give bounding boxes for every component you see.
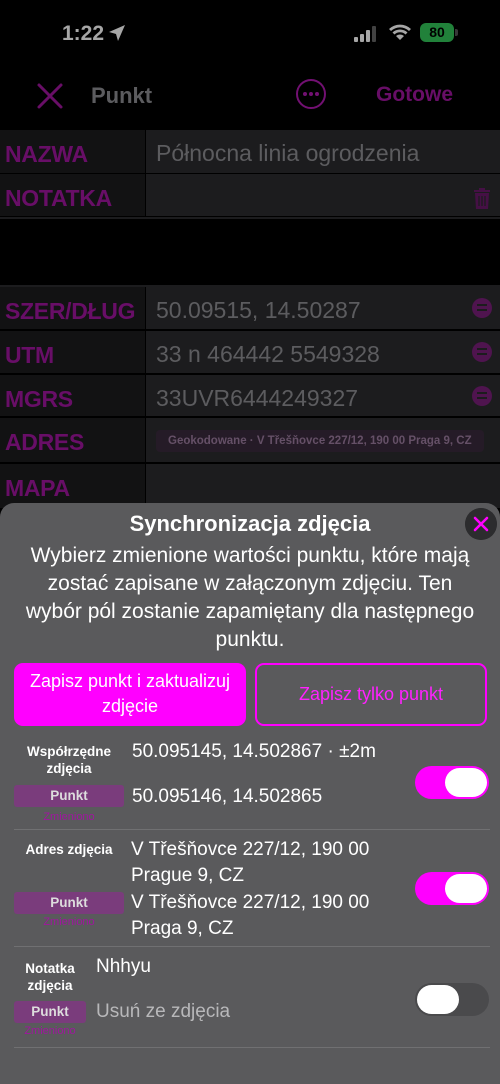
wifi-icon bbox=[389, 24, 411, 40]
point-coordinates-value: 50.095146, 14.502865 bbox=[132, 786, 323, 807]
sync-row-address: Adres zdjęcia Punkt Zmieniono V Třešňovc… bbox=[14, 831, 490, 947]
photo-coordinates-value: 50.095145, 14.502867 · ±2m bbox=[132, 741, 376, 762]
battery-tip bbox=[455, 29, 458, 36]
done-button[interactable]: Gotowe bbox=[376, 83, 453, 107]
nav-title: Punkt bbox=[91, 83, 153, 108]
geocoded-address-chip[interactable]: Geokodowane · V Třešňovce 227/12, 190 00… bbox=[156, 430, 484, 452]
utm-row: UTM 33 n 464442 5549328 bbox=[0, 331, 500, 374]
changed-label: Zmieniono bbox=[43, 811, 95, 823]
name-label: NAZWA bbox=[0, 130, 145, 173]
status-bar: 1:22 80 bbox=[0, 0, 500, 68]
save-and-update-photo-button[interactable]: Zapisz punkt i zaktualizuj zdjęcie bbox=[14, 663, 246, 726]
address-value: Geokodowane · V Třešňovce 227/12, 190 00… bbox=[146, 418, 500, 462]
mgrs-label: MGRS bbox=[0, 375, 145, 416]
photo-address-value: V Třešňovce 227/12, 190 00 Prague 9, CZ bbox=[131, 839, 370, 886]
point-chip: Punkt bbox=[14, 1001, 86, 1023]
note-photo-label: Notatka zdjęcia bbox=[25, 961, 75, 993]
photo-note-value: Nhhyu bbox=[96, 956, 151, 977]
note-row: NOTATKA bbox=[0, 174, 500, 217]
close-icon[interactable] bbox=[36, 82, 64, 110]
latlon-row: SZER/DŁUG 50.09515, 14.50287 bbox=[0, 287, 500, 330]
save-point-only-button[interactable]: Zapisz tylko punkt bbox=[255, 663, 487, 726]
mgrs-format-icon[interactable] bbox=[472, 386, 492, 406]
note-label: NOTATKA bbox=[0, 174, 145, 216]
latlon-label: SZER/DŁUG bbox=[0, 287, 145, 329]
note-header bbox=[146, 174, 500, 216]
address-label: ADRES bbox=[0, 418, 145, 462]
map-value[interactable] bbox=[146, 464, 500, 508]
coordinates-toggle[interactable] bbox=[415, 766, 489, 799]
address-toggle[interactable] bbox=[415, 872, 489, 905]
sync-row-coordinates: Współrzędne zdjęcia Punkt Zmieniono 50.0… bbox=[14, 731, 490, 830]
point-chip: Punkt bbox=[14, 785, 124, 807]
address-photo-label: Adres zdjęcia bbox=[25, 842, 113, 857]
sheet-close-icon[interactable] bbox=[465, 508, 497, 540]
point-chip: Punkt bbox=[14, 892, 124, 914]
nav-bar: Punkt Gotowe bbox=[0, 68, 500, 130]
sheet-title: Synchronizacja zdjęcia bbox=[129, 511, 371, 536]
latlon-value[interactable]: 50.09515, 14.50287 bbox=[146, 287, 500, 329]
status-time: 1:22 bbox=[62, 22, 105, 45]
sheet-description: Wybierz zmienione wartości punktu, które… bbox=[25, 544, 475, 651]
address-row: ADRES Geokodowane · V Třešňovce 227/12, … bbox=[0, 418, 500, 463]
utm-label: UTM bbox=[0, 331, 145, 373]
utm-format-icon[interactable] bbox=[472, 342, 492, 362]
mgrs-row: MGRS 33UVR6444249327 bbox=[0, 375, 500, 417]
utm-value[interactable]: 33 n 464442 5549328 bbox=[146, 331, 500, 373]
map-label: MAPA bbox=[0, 464, 145, 508]
latlon-format-icon[interactable] bbox=[472, 298, 492, 318]
point-address-value: V Třešňovce 227/12, 190 00 Praga 9, CZ bbox=[131, 892, 370, 939]
cellular-signal-icon bbox=[354, 26, 376, 42]
photo-sync-sheet: Synchronizacja zdjęcia Wybierz zmienione… bbox=[0, 503, 500, 1084]
remove-from-photo-value: Usuń ze zdjęcia bbox=[96, 1001, 231, 1022]
mgrs-value[interactable]: 33UVR6444249327 bbox=[146, 375, 500, 416]
changed-label: Zmieniono bbox=[24, 1025, 76, 1037]
changed-label: Zmieniono bbox=[43, 916, 95, 928]
note-textarea[interactable] bbox=[0, 217, 500, 287]
more-options-icon[interactable] bbox=[296, 79, 326, 109]
battery-indicator: 80 bbox=[420, 23, 454, 42]
note-toggle[interactable] bbox=[415, 983, 489, 1016]
name-row: NAZWA Północna linia ogrodzenia bbox=[0, 130, 500, 174]
coordinates-label: Współrzędne zdjęcia bbox=[26, 744, 111, 776]
trash-icon[interactable] bbox=[473, 188, 491, 210]
name-input[interactable]: Północna linia ogrodzenia bbox=[146, 130, 500, 173]
location-arrow-icon bbox=[109, 25, 125, 41]
sync-row-note: Notatka zdjęcia Punkt Zmieniono Nhhyu Us… bbox=[14, 948, 490, 1048]
